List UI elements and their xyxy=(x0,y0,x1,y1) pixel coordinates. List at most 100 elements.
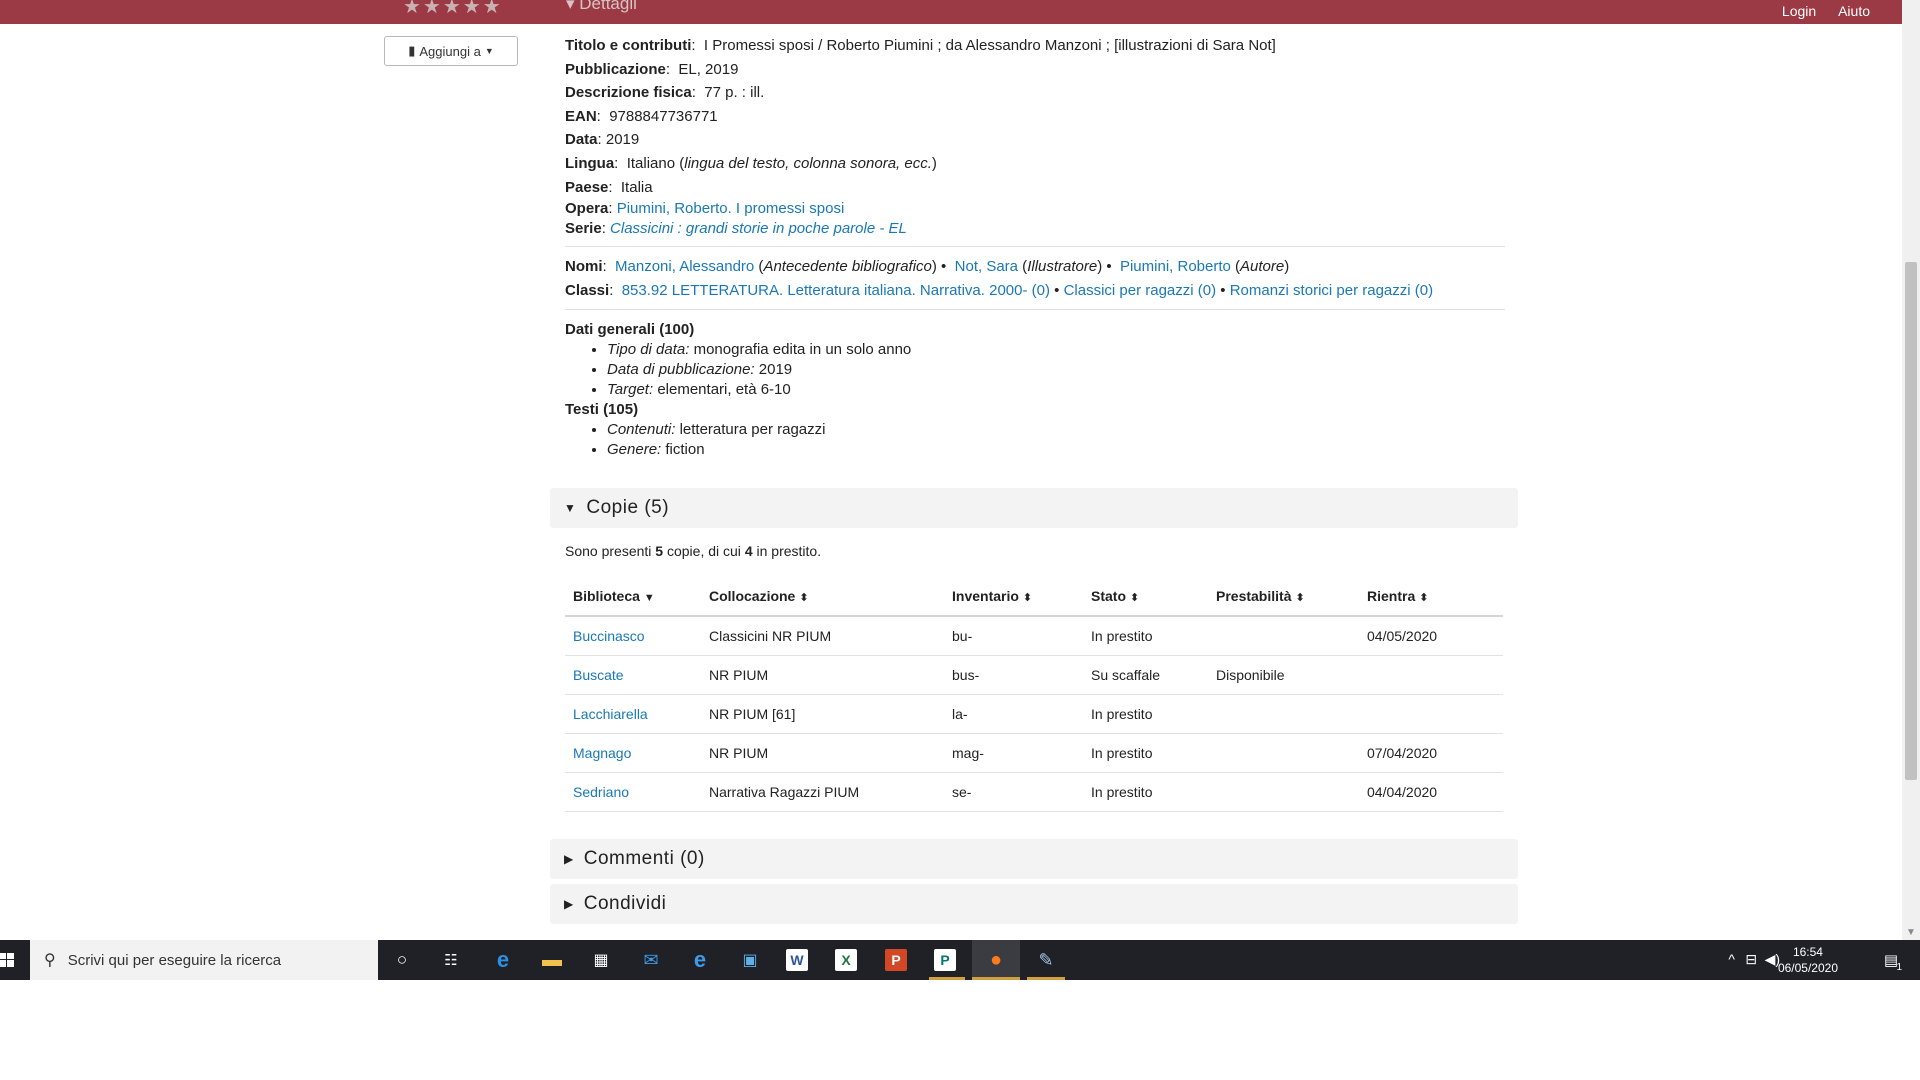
system-tray: ^ ⊟ ◀) 16:54 06/05/2020 ▤ 1 xyxy=(1660,940,1920,980)
table-row: Buscate NR PIUM bus- Su scaffale Disponi… xyxy=(565,655,1503,695)
cell-stato: Su scaffale xyxy=(1083,655,1208,695)
detail-title: Titolo e contributi: I Promessi sposi / … xyxy=(565,37,1276,54)
sort-icon: ⬍ xyxy=(1022,592,1033,604)
class-link[interactable]: Classici per ragazzi (0) xyxy=(1064,282,1217,299)
detail-ean: EAN: 9788847736771 xyxy=(565,107,718,125)
firefox-icon[interactable]: ● xyxy=(982,946,1010,974)
rating-stars[interactable]: ★★★★★ xyxy=(403,0,503,19)
col-collocazione[interactable]: Collocazione ⬍ xyxy=(701,577,944,617)
search-icon: ⚲ xyxy=(44,952,56,969)
sort-icon: ⬍ xyxy=(1130,592,1140,604)
sort-desc-icon: ▼ xyxy=(643,592,655,604)
names-row: Nomi: Manzoni, Alessandro (Antecedente b… xyxy=(565,258,1290,276)
detail-physical: Descrizione fisica: 77 p. : ill. xyxy=(565,84,765,102)
store-icon[interactable]: ▦ xyxy=(587,946,615,974)
cell-prestabilita xyxy=(1208,733,1359,773)
internet-explorer-icon[interactable]: e xyxy=(686,946,714,974)
top-links: Login Aiuto xyxy=(1764,3,1870,19)
work-link[interactable]: Piumini, Roberto. I promessi sposi xyxy=(617,200,845,217)
list-item: Contenuti: letteratura per ragazzi xyxy=(607,420,1505,440)
login-link[interactable]: Login xyxy=(1782,3,1816,19)
share-panel-header[interactable]: ▶ Condividi xyxy=(550,884,1518,924)
triangle-right-icon: ▶ xyxy=(564,852,574,866)
cell-collocazione: Classicini NR PIUM xyxy=(701,616,944,656)
cell-stato: In prestito xyxy=(1083,694,1208,734)
name-link[interactable]: Manzoni, Alessandro xyxy=(615,258,754,275)
record-details: Titolo e contributi: I Promessi sposi / … xyxy=(565,34,1505,460)
col-biblioteca[interactable]: Biblioteca ▼ xyxy=(565,577,701,617)
cell-prestabilita xyxy=(1208,616,1359,656)
clock[interactable]: 16:54 06/05/2020 xyxy=(1778,944,1838,976)
sort-icon: ⬍ xyxy=(1419,592,1429,604)
details-section-title[interactable]: ▾ Dettagli xyxy=(566,0,637,14)
col-prestabilita[interactable]: Prestabilità ⬍ xyxy=(1208,577,1359,617)
blank-area xyxy=(0,980,1920,1080)
share-panel-title: Condividi xyxy=(583,893,667,914)
col-stato[interactable]: Stato ⬍ xyxy=(1083,577,1208,617)
publisher-icon[interactable]: P xyxy=(934,949,956,971)
cell-rientra: 07/04/2020 xyxy=(1359,733,1503,773)
cell-inventario: bu- xyxy=(944,616,1083,656)
cell-inventario: bus- xyxy=(944,655,1083,695)
texts-heading: Testi (105) xyxy=(565,401,639,419)
mail-icon[interactable]: ✉ xyxy=(637,946,665,974)
comments-panel-title: Commenti (0) xyxy=(583,848,705,869)
cell-inventario: mag- xyxy=(944,733,1083,773)
file-explorer-icon[interactable]: ▬ xyxy=(538,946,566,974)
detail-date: Data: 2019 xyxy=(565,131,640,149)
name-link[interactable]: Not, Sara xyxy=(955,258,1018,275)
copies-summary: Sono presenti 5 copie, di cui 4 in prest… xyxy=(565,543,822,559)
network-icon[interactable]: ⊟ xyxy=(1745,951,1757,968)
cell-inventario: se- xyxy=(944,772,1083,812)
word-icon[interactable]: W xyxy=(786,949,808,971)
series-link[interactable]: Classicini : grandi storie in poche paro… xyxy=(610,220,907,237)
library-link[interactable]: Sedriano xyxy=(565,772,701,812)
library-link[interactable]: Lacchiarella xyxy=(565,694,701,734)
detail-work: Opera: Piumini, Roberto. I promessi spos… xyxy=(565,200,845,218)
paint-icon[interactable]: ✎ xyxy=(1032,946,1060,974)
col-inventario[interactable]: Inventario ⬍ xyxy=(944,577,1083,617)
name-link[interactable]: Piumini, Roberto xyxy=(1120,258,1231,275)
cortana-icon[interactable]: ○ xyxy=(388,946,416,974)
comments-panel-header[interactable]: ▶ Commenti (0) xyxy=(550,839,1518,879)
library-link[interactable]: Buccinasco xyxy=(565,616,701,656)
sort-icon: ⬍ xyxy=(1295,592,1305,604)
classes-row: Classi: 853.92 LETTERATURA. Letteratura … xyxy=(565,281,1434,299)
start-button[interactable] xyxy=(0,940,24,980)
control-panel-icon[interactable]: ▣ xyxy=(736,946,764,974)
add-to-button[interactable]: ▮ Aggiungi a ▼ xyxy=(384,36,518,66)
detail-language: Lingua: Italiano (lingua del testo, colo… xyxy=(565,154,937,172)
class-link[interactable]: 853.92 LETTERATURA. Letteratura italiana… xyxy=(622,282,1050,299)
cell-stato: In prestito xyxy=(1083,616,1208,656)
taskbar: ⚲ Scrivi qui per eseguire la ricerca ○ ☷… xyxy=(0,940,1920,980)
detail-country: Paese: Italia xyxy=(565,178,653,196)
edge-icon[interactable]: e xyxy=(489,946,517,974)
col-rientra[interactable]: Rientra ⬍ xyxy=(1359,577,1503,617)
cell-prestabilita xyxy=(1208,694,1359,734)
library-link[interactable]: Buscate xyxy=(565,655,701,695)
table-row: Buccinasco Classicini NR PIUM bu- In pre… xyxy=(565,616,1503,656)
chevron-up-icon[interactable]: ^ xyxy=(1728,951,1735,967)
triangle-right-icon: ▶ xyxy=(564,897,574,911)
general-data-heading: Dati generali (100) xyxy=(565,321,695,339)
cell-stato: In prestito xyxy=(1083,733,1208,773)
texts-list: Contenuti: letteratura per ragazzi Gener… xyxy=(565,420,1505,460)
page-scrollbar[interactable]: ▼ xyxy=(1902,0,1920,940)
clock-time: 16:54 xyxy=(1792,945,1823,959)
help-link[interactable]: Aiuto xyxy=(1838,3,1870,19)
copies-panel-header[interactable]: ▼ Copie (5) xyxy=(550,488,1518,528)
list-item: Data di pubblicazione: 2019 xyxy=(607,360,1505,380)
cell-prestabilita xyxy=(1208,772,1359,812)
powerpoint-icon[interactable]: P xyxy=(885,949,907,971)
excel-icon[interactable]: X xyxy=(835,949,857,971)
scroll-down-icon[interactable]: ▼ xyxy=(1906,927,1916,938)
table-header-row: Biblioteca ▼ Collocazione ⬍ Inventario ⬍ St… xyxy=(565,577,1503,617)
cell-rientra: 04/04/2020 xyxy=(1359,772,1503,812)
class-link[interactable]: Romanzi storici per ragazzi (0) xyxy=(1230,282,1433,299)
cell-rientra xyxy=(1359,694,1503,734)
task-view-icon[interactable]: ☷ xyxy=(437,946,465,974)
taskbar-search-box[interactable]: ⚲ Scrivi qui per eseguire la ricerca xyxy=(30,940,378,980)
library-link[interactable]: Magnago xyxy=(565,733,701,773)
cell-collocazione: Narrativa Ragazzi PIUM xyxy=(701,772,944,812)
scrollbar-thumb[interactable] xyxy=(1905,262,1917,780)
